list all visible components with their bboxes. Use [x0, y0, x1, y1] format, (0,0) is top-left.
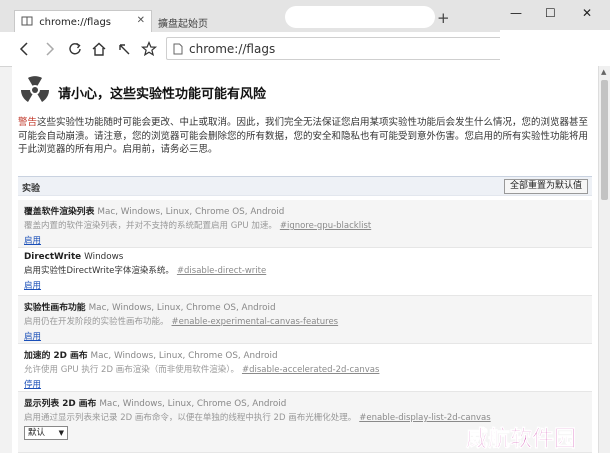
home-icon[interactable] [90, 40, 108, 58]
disable-link[interactable]: 停用 [24, 378, 41, 390]
experiment-item: DirectWrite Windows 启用实验性DirectWrite字体渲染系… [18, 248, 592, 296]
bookmark-star-icon[interactable] [140, 40, 158, 58]
experiment-platforms: Mac, Windows, Linux, Chrome OS, Android [88, 303, 276, 313]
tab-strip: chrome://flags ✕ 擴盘起始页 + — ☐ ✕ [0, 0, 610, 32]
watermark-logo: 威航软件园 [466, 426, 577, 453]
experiment-description: 启用通过显示列表来记录 2D 画布命令，以便在单独的线程中执行 2D 画布光栅化… [24, 413, 357, 423]
maximize-button[interactable]: ☐ [545, 6, 556, 20]
tab-blurred[interactable] [285, 6, 435, 28]
scroll-up-icon[interactable]: ▲ [601, 68, 606, 76]
experiment-description: 允许使用 GPU 执行 2D 画布渲染（而非使用软件渲染）。 [24, 365, 239, 375]
tab-start-page[interactable]: 擴盘起始页 [152, 10, 272, 32]
tab-title: 擴盘起始页 [158, 19, 208, 30]
experiment-description: 覆盖内置的软件渲染列表，并对不支持的系统配置启用 GPU 加速。 [24, 221, 277, 231]
tab-title: chrome://flags [39, 17, 112, 28]
warning-body: 这些实验性功能随时可能会更改、中止或取消。因此，我们完全无法保证您启用某项实验性… [18, 117, 589, 155]
experiment-flag-link[interactable]: #disable-direct-write [177, 266, 266, 276]
experiment-item: 覆盖软件渲染列表 Mac, Windows, Linux, Chrome OS, … [18, 200, 592, 248]
warning-text: 警告这些实验性功能随时可能会更改、中止或取消。因此，我们完全无法保证您启用某项实… [18, 116, 592, 157]
experiment-flag-link[interactable]: #ignore-gpu-blacklist [280, 221, 371, 231]
experiment-platforms: Mac, Windows, Linux, Chrome OS, Android [97, 207, 285, 217]
scrollbar-thumb[interactable] [601, 80, 608, 200]
experiment-title: DirectWrite [24, 252, 82, 262]
page-icon [21, 16, 33, 26]
enable-link[interactable]: 启用 [24, 279, 41, 291]
select-value: 默认 [28, 428, 46, 438]
flags-page: 请小心，这些实验性功能可能有风险 警告这些实验性功能随时可能会更改、中止或取消。… [12, 66, 598, 453]
experiment-title: 覆盖软件渲染列表 [24, 207, 95, 217]
address-url: chrome://flags [189, 42, 276, 56]
tab-chrome-flags[interactable]: chrome://flags ✕ [14, 10, 152, 32]
experiment-flag-link[interactable]: #enable-experimental-canvas-features [172, 317, 339, 327]
experiment-platforms: Windows [84, 252, 124, 262]
experiment-title: 显示列表 2D 画布 [24, 399, 97, 409]
experiment-description: 启用仍在开发阶段的实验性画布功能。 [24, 317, 169, 327]
back-arrow-icon[interactable] [16, 40, 34, 58]
reset-all-button[interactable]: 全部重置为默认值 [503, 179, 588, 194]
experiment-title: 加速的 2D 画布 [24, 351, 88, 361]
toolbar-blurred-area [500, 30, 610, 66]
tab-close-icon[interactable]: ✕ [137, 15, 145, 26]
page-title: 请小心，这些实验性功能可能有风险 [58, 87, 267, 102]
chevron-down-icon: ▼ [58, 429, 64, 437]
window-close-button[interactable]: ✕ [582, 6, 592, 20]
experiment-title: 实验性画布功能 [24, 303, 86, 313]
warning-header: 请小心，这些实验性功能可能有风险 [20, 75, 580, 105]
experiment-platforms: Mac, Windows, Linux, Chrome OS, Android [99, 399, 287, 409]
experiment-select[interactable]: 默认 ▼ [24, 426, 68, 440]
page-scrollbar[interactable]: ▲ [598, 66, 610, 453]
experiment-description: 启用实验性DirectWrite字体渲染系统。 [24, 266, 174, 276]
enable-link[interactable]: 启用 [24, 330, 41, 342]
experiments-section-header: 实验 全部重置为默认值 [18, 176, 592, 196]
enable-link[interactable]: 启用 [24, 234, 41, 246]
warning-tag: 警告 [18, 117, 38, 128]
minimize-button[interactable]: — [510, 6, 522, 20]
address-bar[interactable]: chrome://flags [166, 37, 516, 60]
radiation-warning-icon [21, 76, 49, 102]
experiment-item: 加速的 2D 画布 Mac, Windows, Linux, Chrome OS,… [18, 344, 592, 392]
page-icon [173, 43, 183, 55]
reload-icon[interactable] [66, 40, 84, 58]
forward-arrow-icon[interactable] [40, 40, 58, 58]
experiment-item: 实验性画布功能 Mac, Windows, Linux, Chrome OS, A… [18, 296, 592, 344]
section-label: 实验 [22, 184, 41, 194]
experiment-flag-link[interactable]: #disable-accelerated-2d-canvas [242, 365, 379, 375]
watermark-text: 威航软件园 [466, 426, 576, 452]
new-tab-button[interactable]: + [437, 11, 450, 26]
undo-arrow-icon[interactable] [115, 40, 133, 58]
experiment-platforms: Mac, Windows, Linux, Chrome OS, Android [90, 351, 278, 361]
